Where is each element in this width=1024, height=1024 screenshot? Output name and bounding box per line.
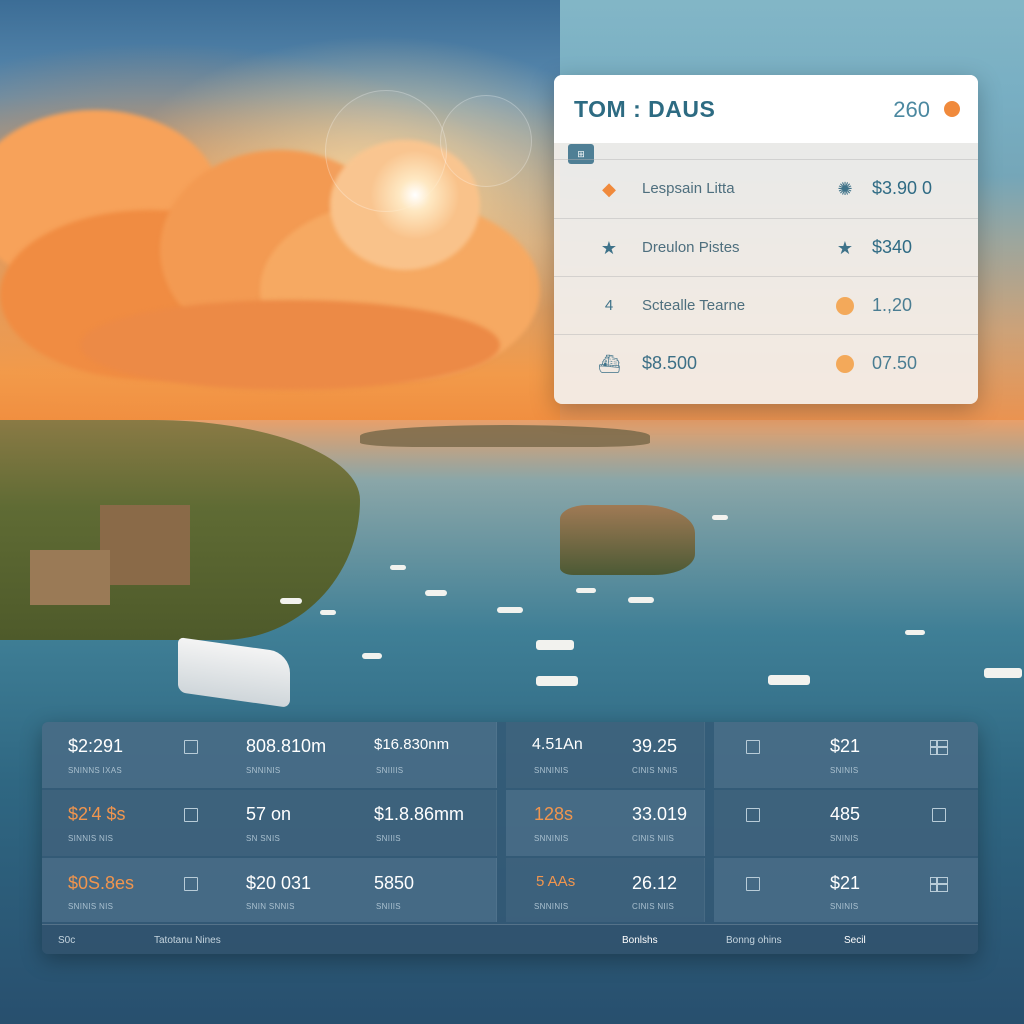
stat-label: SNINIS: [830, 902, 859, 911]
stat-label: CINIS NIIS: [632, 902, 675, 911]
square-icon[interactable]: [746, 808, 760, 822]
panel-footer: S0c Tatotanu Nines Bonlshs Bonng ohins S…: [42, 924, 978, 954]
stat-value: $0S.8es: [68, 873, 135, 893]
sailboat: [536, 640, 574, 650]
sailboat: [768, 675, 810, 685]
grid-icon[interactable]: [930, 877, 948, 892]
square-icon[interactable]: [932, 808, 946, 822]
stat-label: SN SNIS: [246, 834, 281, 843]
status-dot-icon[interactable]: [944, 101, 960, 117]
stat-value: $20 031: [246, 873, 312, 893]
stat-label: SNNINIS: [534, 766, 569, 775]
card-header: TOM : DAUS 260: [554, 75, 978, 143]
data-panel: $2:291 SNINNS IXAS 808.810m SNNINIS $16.…: [42, 722, 978, 954]
star-icon: ★: [836, 238, 854, 258]
square-icon[interactable]: [184, 808, 198, 822]
stat-value: 5 AAs: [536, 873, 576, 890]
boat: [425, 590, 447, 596]
footer-link[interactable]: Bonng ohins: [726, 935, 782, 946]
footer-link[interactable]: Bonlshs: [622, 935, 658, 946]
stat-label: SNINIS: [830, 766, 859, 775]
boat: [280, 598, 302, 604]
square-icon[interactable]: [746, 740, 760, 754]
stat-value: $2:291: [68, 736, 124, 756]
row-value: $3.90 0: [872, 178, 933, 198]
sun: [370, 150, 460, 240]
stat-value: $2'4 $s: [68, 804, 126, 824]
orange-dot-icon: [834, 353, 856, 375]
stat-label: SNIIIIS: [376, 766, 404, 775]
stat-label: SNNINIS: [534, 902, 569, 911]
info-card: TOM : DAUS 260 ⊞ ◆ Lespsain Litta ✺ $3.9…: [554, 75, 978, 404]
stat-value: 26.12: [632, 873, 678, 893]
stat-value: 33.019: [632, 804, 688, 824]
square-icon[interactable]: [746, 877, 760, 891]
stat-label: SINNIS NIS: [68, 834, 114, 843]
row-value: 1.,20: [872, 295, 913, 315]
boat: [390, 565, 406, 570]
stat-value: 5850: [374, 873, 415, 893]
orange-dot-icon: [834, 295, 856, 317]
crab-icon: ✺: [837, 179, 853, 199]
grid-icon[interactable]: [930, 740, 948, 755]
card-row[interactable]: ★ Dreulon Pistes ★ $340: [554, 218, 978, 277]
row-label: Dreulon Pistes: [642, 239, 740, 256]
stat-value: $21: [830, 873, 861, 893]
stat-label: SNNINIS: [246, 766, 281, 775]
number-icon: 4: [604, 297, 614, 314]
square-icon[interactable]: [184, 740, 198, 754]
sailboat: [984, 668, 1022, 678]
cloud: [80, 300, 500, 390]
stat-value: $16.830nm: [374, 736, 450, 753]
stat-value: 4.51An: [532, 736, 583, 753]
boat: [712, 515, 728, 520]
boat: [497, 607, 523, 613]
diamond-icon: ◆: [602, 179, 616, 199]
row-value: 07.50: [872, 353, 918, 373]
row-value: $340: [872, 237, 913, 257]
building: [30, 550, 110, 605]
footer-label: Tatotanu Nines: [154, 935, 221, 946]
stat-label: SNINNS IXAS: [68, 766, 122, 775]
boat: [628, 597, 654, 603]
stat-value: 485: [830, 804, 861, 824]
card-title: TOM : DAUS: [574, 95, 716, 122]
stat-value: 57 on: [246, 804, 292, 824]
row-label: Lespsain Litta: [642, 180, 735, 197]
stat-label: SNNINIS: [534, 834, 569, 843]
square-icon[interactable]: [184, 877, 198, 891]
stat-value: $21: [830, 736, 861, 756]
card-row[interactable]: ⛴ $8.500 07.50: [554, 334, 978, 393]
footer-link[interactable]: Secil: [844, 935, 866, 946]
sailboat: [536, 676, 578, 686]
row-label: $8.500: [642, 353, 698, 373]
boat-icon: ⛴: [598, 354, 621, 374]
stat-value: $1.8.86mm: [374, 804, 465, 824]
card-row[interactable]: ◆ Lespsain Litta ✺ $3.90 0: [554, 159, 978, 218]
card-count: 260: [893, 97, 930, 122]
island: [560, 505, 695, 575]
boat: [362, 653, 382, 659]
boat: [320, 610, 336, 615]
stat-value: 128s: [534, 804, 574, 824]
stat-label: SNIIIS: [376, 834, 401, 843]
stat-label: SNINIS: [830, 834, 859, 843]
stat-value: 39.25: [632, 736, 678, 756]
stat-label: CINIS NIIS: [632, 834, 675, 843]
footer-left: S0c: [58, 935, 76, 946]
stat-label: SNIIIS: [376, 902, 401, 911]
stat-label: SNIN SNNIS: [246, 902, 295, 911]
star-icon: ★: [600, 238, 618, 258]
stat-label: CINIS NNIS: [632, 766, 678, 775]
boat: [576, 588, 596, 593]
stat-label: SNINIS NIS: [68, 902, 114, 911]
far-coast: [360, 425, 650, 447]
boat: [905, 630, 925, 635]
stat-value: 808.810m: [246, 736, 327, 756]
card-row[interactable]: 4 Sctealle Tearne 1.,20: [554, 276, 978, 335]
building: [100, 505, 190, 585]
row-label: Sctealle Tearne: [642, 297, 746, 314]
